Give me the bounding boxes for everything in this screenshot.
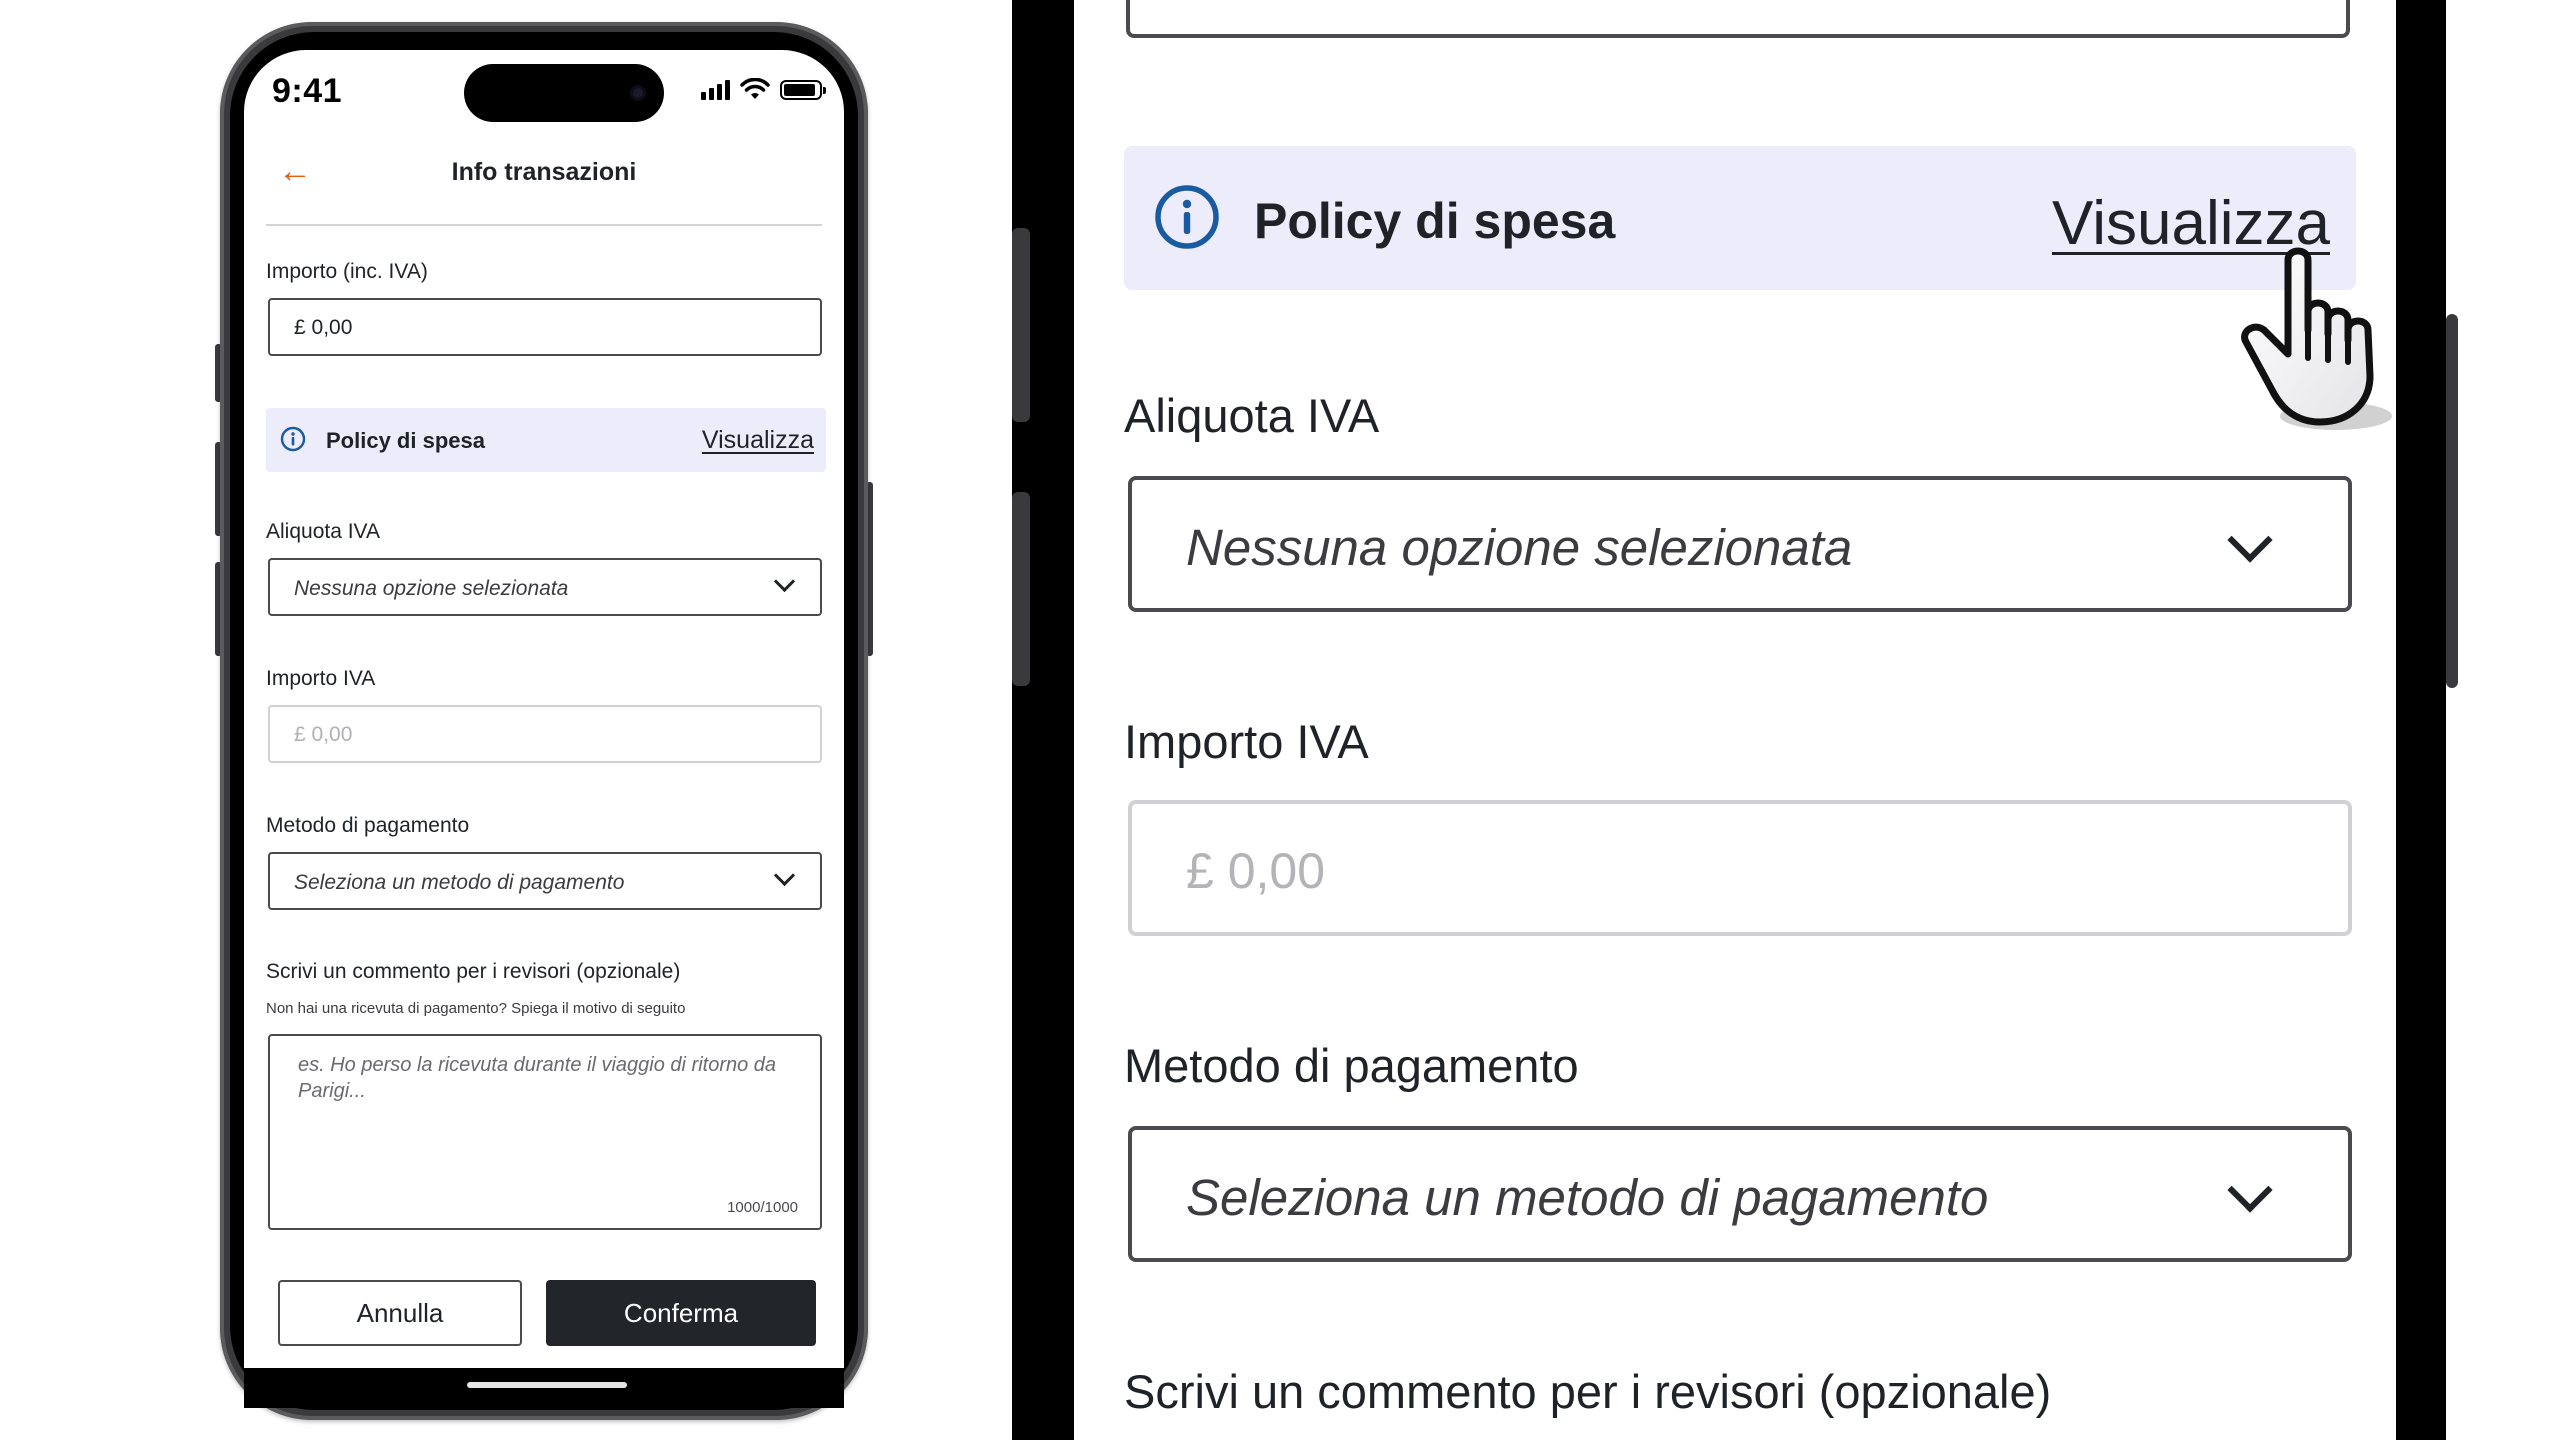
zoom-vat-rate-placeholder: Nessuna opzione selezionata bbox=[1186, 519, 1853, 576]
page-title: Info transazioni bbox=[451, 158, 637, 186]
home-indicator bbox=[467, 1382, 627, 1388]
chevron-down-icon bbox=[2227, 1167, 2273, 1213]
vat-amount-input[interactable]: £ 0,00 bbox=[268, 705, 822, 763]
vat-rate-label: Aliquota IVA bbox=[266, 520, 381, 543]
vat-rate-placeholder: Nessuna opzione selezionata bbox=[294, 577, 569, 600]
wifi-icon bbox=[740, 78, 770, 99]
phone-screen: 9:41 ← Info transazioni Importo (inc. IV… bbox=[244, 50, 844, 1368]
amount-label: Importo (inc. IVA) bbox=[266, 260, 428, 283]
comment-label: Scrivi un commento per i revisori (opzio… bbox=[266, 960, 681, 983]
comment-help-text: Non hai una ricevuta di pagamento? Spieg… bbox=[266, 1000, 686, 1017]
amount-value: £ 0,00 bbox=[294, 316, 353, 339]
chevron-down-icon bbox=[773, 570, 796, 593]
zoom-phone-left-bezel bbox=[1012, 0, 1074, 1440]
zoom-vat-amount-input[interactable]: £ 0,00 bbox=[1128, 800, 2352, 936]
zoom-vat-amount-value: £ 0,00 bbox=[1186, 843, 1326, 899]
confirm-button[interactable]: Conferma bbox=[546, 1280, 816, 1346]
policy-view-link[interactable]: Visualizza bbox=[702, 426, 814, 455]
zoom-phone-power-button bbox=[2446, 314, 2458, 688]
vat-amount-value: £ 0,00 bbox=[294, 723, 353, 746]
zoom-phone-right-bezel bbox=[2396, 0, 2446, 1440]
zoom-vat-amount-label: Importo IVA bbox=[1124, 715, 1369, 768]
nav-bar: ← Info transazioni bbox=[266, 150, 822, 226]
zoom-amount-input[interactable] bbox=[1126, 0, 2350, 38]
status-time: 9:41 bbox=[272, 72, 343, 110]
phone-bottom-bezel bbox=[244, 1368, 844, 1408]
zoom-vat-rate-label: Aliquota IVA bbox=[1124, 389, 1380, 442]
status-icons bbox=[701, 78, 826, 100]
chevron-down-icon bbox=[2227, 517, 2273, 563]
policy-title: Policy di spesa bbox=[326, 428, 485, 453]
info-icon bbox=[280, 426, 306, 452]
battery-icon bbox=[780, 80, 826, 100]
comment-placeholder: es. Ho perso la ricevuta durante il viag… bbox=[298, 1054, 777, 1102]
zoom-phone-volume-down bbox=[1012, 492, 1030, 686]
zoom-vat-rate-select[interactable]: Nessuna opzione selezionata bbox=[1128, 476, 2352, 612]
payment-method-select[interactable]: Seleziona un metodo di pagamento bbox=[268, 852, 822, 910]
zoom-comment-label: Scrivi un commento per i revisori (opzio… bbox=[1124, 1365, 2052, 1418]
vat-amount-label: Importo IVA bbox=[266, 667, 376, 690]
hand-pointer-icon bbox=[2241, 247, 2392, 430]
chevron-down-icon bbox=[773, 864, 796, 887]
comment-textarea[interactable]: es. Ho perso la ricevuta durante il viag… bbox=[268, 1034, 822, 1230]
payment-method-label: Metodo di pagamento bbox=[266, 814, 470, 837]
payment-method-placeholder: Seleziona un metodo di pagamento bbox=[294, 871, 625, 894]
dynamic-island bbox=[464, 64, 664, 122]
zoom-payment-method-label: Metodo di pagamento bbox=[1124, 1039, 1579, 1092]
character-counter: 1000/1000 bbox=[727, 1199, 798, 1216]
info-icon bbox=[1155, 185, 1219, 249]
zoom-policy-title: Policy di spesa bbox=[1254, 193, 1616, 249]
zoom-payment-method-placeholder: Seleziona un metodo di pagamento bbox=[1186, 1169, 1989, 1226]
cellular-signal-icon bbox=[701, 80, 730, 100]
cancel-button[interactable]: Annulla bbox=[278, 1280, 522, 1346]
vat-rate-select[interactable]: Nessuna opzione selezionata bbox=[268, 558, 822, 616]
zoom-screen: Policy di spesa Visualizza Aliquota IVA … bbox=[1074, 0, 2396, 1440]
amount-input[interactable]: £ 0,00 bbox=[268, 298, 822, 356]
zoom-phone-volume-up bbox=[1012, 228, 1030, 422]
tutorial-canvas: 9:41 ← Info transazioni Importo (inc. IV… bbox=[0, 0, 2560, 1440]
zoom-policy-banner: Policy di spesa Visualizza bbox=[1124, 146, 2356, 290]
zoom-payment-method-select[interactable]: Seleziona un metodo di pagamento bbox=[1128, 1126, 2352, 1262]
policy-banner: Policy di spesa Visualizza bbox=[266, 408, 826, 472]
